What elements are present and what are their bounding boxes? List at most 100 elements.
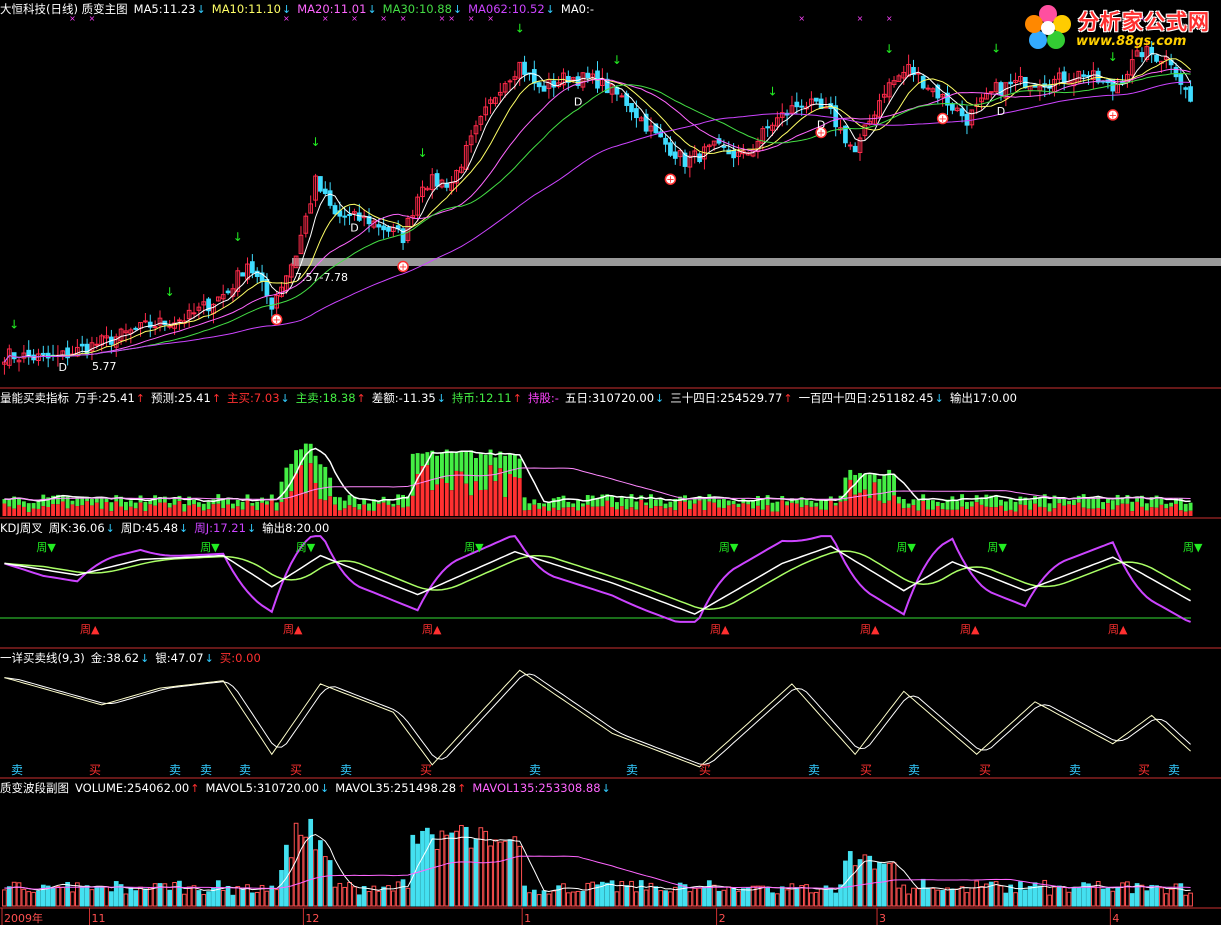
volume-up-bar [813, 891, 819, 907]
volume-buy-bar [469, 495, 474, 516]
volume-down-bar [318, 840, 323, 907]
buy-signal-plus-icon: + [938, 114, 946, 125]
volume-buy-bar [658, 506, 663, 516]
x-axis-label: 1 [524, 912, 531, 925]
x-axis-label: 11 [92, 912, 106, 925]
volume-sell-bar [303, 443, 308, 494]
volume-up-bar [347, 882, 352, 907]
sell-signal-label: 卖 [169, 763, 181, 777]
volume-up-bar [1110, 890, 1116, 907]
volume-buy-bar [328, 496, 333, 516]
volume-sell-bar [619, 496, 624, 507]
ma10-line [3, 58, 1191, 363]
volume-up-bar [614, 891, 620, 907]
volume-up-bar [789, 883, 795, 907]
volume-buy-bar [396, 505, 401, 516]
volume-buy-bar [790, 502, 794, 516]
panel4-title: 一详买卖线(9,3) [0, 651, 85, 665]
volume-buy-bar [284, 498, 289, 516]
volume-buy-bar [401, 507, 405, 516]
volume-sell-bar [1067, 500, 1071, 505]
volume-buy-bar [527, 510, 532, 516]
volume-up-bar [332, 886, 338, 907]
volume-sell-bar [814, 502, 819, 507]
volume-buy-bar [1008, 509, 1013, 516]
volume-down-bar [250, 892, 255, 907]
candle-body [998, 82, 1004, 96]
volume-buy-bar [235, 506, 240, 516]
volume-buy-bar [1130, 511, 1135, 516]
volume-buy-bar [405, 506, 410, 516]
volume-down-bar [1149, 884, 1155, 907]
candle-body [250, 261, 255, 274]
volume-sell-bar [551, 498, 556, 508]
volume-buy-bar [717, 507, 721, 516]
volume-buy-bar [318, 499, 323, 516]
volume-buy-bar [629, 507, 634, 516]
candle-body [1139, 52, 1145, 58]
kdj-bottom-label: 周▲ [860, 623, 880, 636]
panel2-item-value-7: 五日:310720.00 [564, 391, 655, 405]
volume-buy-bar [133, 508, 138, 516]
volume-buy-bar [124, 510, 128, 516]
volume-down-bar [269, 885, 275, 907]
volume-buy-bar [624, 509, 629, 516]
volume-down-bar [770, 892, 775, 907]
volume-buy-bar [1062, 505, 1067, 516]
volume-sell-bar [323, 466, 328, 501]
volume-buy-bar [785, 505, 790, 516]
volume-buy-bar [872, 482, 877, 516]
volume-buy-bar [940, 509, 945, 516]
volume-sell-bar [143, 501, 148, 512]
volume-buy-bar [260, 502, 265, 516]
volume-buy-bar [755, 505, 760, 516]
volume-down-bar [1008, 884, 1014, 907]
mavol5-line [4, 833, 1191, 893]
volume-sell-bar [206, 501, 211, 510]
volume-sell-bar [124, 501, 128, 511]
panel3-item-arrow-icon-2: ↓ [246, 522, 257, 535]
resistance-band [292, 258, 1221, 266]
volume-sell-bar [333, 496, 337, 505]
candle-body [663, 137, 668, 145]
volume-up-bar [493, 839, 498, 907]
volume-buy-bar [1159, 504, 1164, 516]
volume-buy-bar [819, 509, 824, 516]
panel2-item-value-6: 持股:- [527, 391, 559, 405]
candle-body [765, 126, 770, 129]
volume-buy-bar [542, 506, 546, 516]
panel3-items: 周K:36.06↓ 周D:45.48↓ 周J:17.21↓ 输出8:20.00 [49, 521, 335, 535]
volume-buy-bar [1042, 507, 1047, 516]
volume-buy-bar [167, 507, 172, 516]
volume-buy-bar [352, 507, 357, 516]
candle-body [94, 343, 100, 346]
volume-sell-bar [624, 498, 629, 510]
top-cross-mark: × [886, 14, 893, 23]
volume-sell-bar [391, 503, 396, 507]
candle-body [799, 105, 805, 108]
volume-buy-bar [1018, 504, 1023, 516]
candle-body [697, 153, 702, 162]
volume-buy-bar [1149, 507, 1154, 516]
buy-signal-label: 买 [89, 763, 101, 777]
volume-up-bar [298, 834, 304, 907]
volume-buy-bar [517, 478, 522, 516]
volume-sell-bar [809, 500, 814, 507]
volume-up-bar [799, 885, 805, 907]
kdj-bottom-label: 周▲ [283, 623, 303, 636]
volume-sell-bar [969, 501, 974, 507]
candle-body [1183, 87, 1189, 90]
candle-body [672, 151, 678, 159]
volume-up-bar [818, 888, 824, 907]
volume-sell-bar [1144, 503, 1149, 511]
volume-buy-bar [1067, 504, 1071, 516]
volume-down-bar [1056, 885, 1062, 907]
buy-signal-plus-icon: + [399, 262, 407, 273]
volume-up-bar [561, 883, 566, 907]
panel2-item-arrow-icon-4: ↓ [436, 392, 446, 405]
volume-down-bar [143, 888, 148, 907]
volume-up-bar [2, 889, 7, 907]
volume-up-bar [468, 847, 474, 907]
volume-buy-bar [896, 503, 901, 516]
volume-buy-bar [663, 508, 668, 516]
